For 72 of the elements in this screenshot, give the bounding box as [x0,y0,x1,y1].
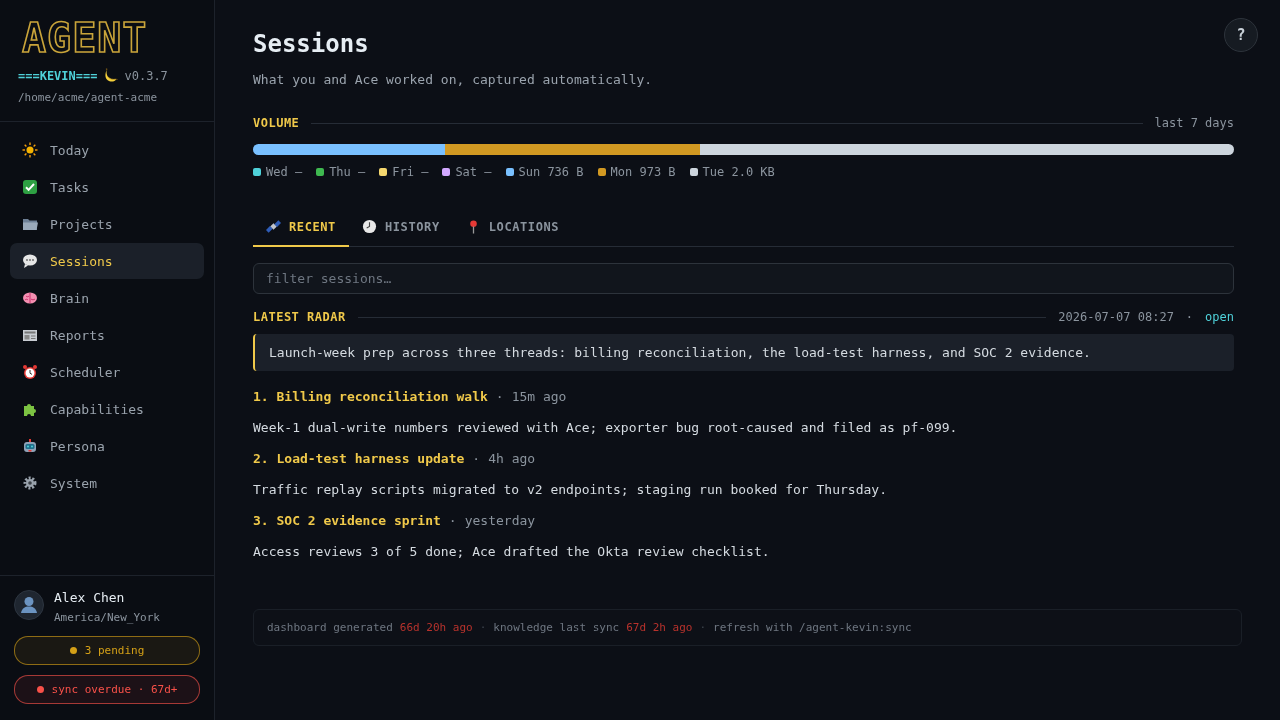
tab[interactable]: LOCATIONS [452,211,573,247]
puzzle-piece-icon [22,401,38,417]
separator-dot: · [472,451,481,466]
nav-item[interactable]: Projects [10,206,204,242]
legend-label: Wed — [266,165,303,179]
tab[interactable]: HISTORY [348,211,453,247]
page-title: Sessions [253,30,369,58]
footer-text: refresh with /agent-kevin:sync [713,621,912,634]
section-heading: VOLUME [253,116,300,130]
radar-summary: Launch-week prep across three threads: billing reconciliation, the load-test harness, and SOC 2 evidence. [253,334,1234,371]
footer-age: 66d 20h ago [399,621,473,634]
section-heading: LATEST RADAR [253,310,346,324]
separator-dot: · [495,389,504,404]
session-title[interactable]: 1. Billing reconciliation walk [253,389,488,404]
nav-item[interactable]: Today [10,132,204,168]
nav-item[interactable]: Capabilities [10,391,204,427]
open-link[interactable]: open [1205,310,1234,324]
avatar [14,590,44,620]
session-summary: Access reviews 3 of 5 done; Ace drafted the Okta review checklist. [253,543,771,561]
alarm-clock-icon [22,364,38,380]
help-button[interactable]: ? [1224,18,1258,52]
logo: AGENT [22,18,148,58]
status-pill[interactable]: sync overdue · 67d+ [14,675,200,704]
session-age: 4h ago [488,451,536,466]
agent-name: ===KEVIN=== [18,68,98,83]
session-summary: Traffic replay scripts migrated to v2 endpoints; staging run booked for Thursday. [253,481,888,499]
user-name: Alex Chen [54,590,126,605]
timestamp: 2026-07-07 08:27 [1058,310,1174,324]
session-summary: Week-1 dual-write numbers reviewed with Ace; exporter bug root-caused and filed as pf-099. [253,419,959,437]
nav-item[interactable]: System [10,465,204,501]
footer-text: knowledge last sync [493,621,620,634]
status-pill[interactable]: 3 pending [14,636,200,665]
footer-text: dashboard generated [267,621,393,634]
newspaper-icon [22,327,38,343]
folder-icon [22,216,38,232]
legend-label: Fri — [392,165,429,179]
brain-icon [22,290,38,306]
clock-icon [361,219,377,234]
gear-icon [22,475,38,491]
page-subtitle: What you and Ace worked on, captured automatically. [253,72,654,87]
legend-label: Tue 2.0 KB [702,165,775,179]
nav-item[interactable]: Sessions [10,243,204,279]
separator-dot: · [1185,310,1194,324]
nav-item[interactable]: Scheduler [10,354,204,390]
footer-age: 67d 2h ago [626,621,693,634]
legend-label: Mon 973 B [610,165,676,179]
nav-item[interactable]: Persona [10,428,204,464]
banana-icon [103,68,119,83]
session-age: yesterday [464,513,536,528]
nav-item[interactable]: Brain [10,280,204,316]
nav-item[interactable]: Reports [10,317,204,353]
legend-label: Thu — [329,165,366,179]
workspace-path: /home/acme/agent-acme [18,91,158,104]
legend-label: Sun 736 B [518,165,584,179]
session-age: 15m ago [511,389,567,404]
version-label: v0.3.7 [124,68,168,83]
tab[interactable]: RECENT [253,211,349,247]
sun-icon [22,142,38,158]
separator-dot: · [448,513,457,528]
speech-bubble-icon [22,253,38,269]
range-label: last 7 days [1154,116,1234,130]
satellite-icon [266,219,281,234]
separator-dot: · [479,621,487,634]
session-title[interactable]: 3. SOC 2 evidence sprint [253,513,441,528]
checkbox-icon [22,179,38,195]
session-title[interactable]: 2. Load-test harness update [253,451,465,466]
robot-icon [22,438,38,454]
legend-label: Sat — [455,165,492,179]
user-timezone: America/New_York [54,611,160,624]
filter-field[interactable]: filter sessions… [253,263,1234,294]
separator-dot: · [699,621,707,634]
nav-item[interactable]: Tasks [10,169,204,205]
